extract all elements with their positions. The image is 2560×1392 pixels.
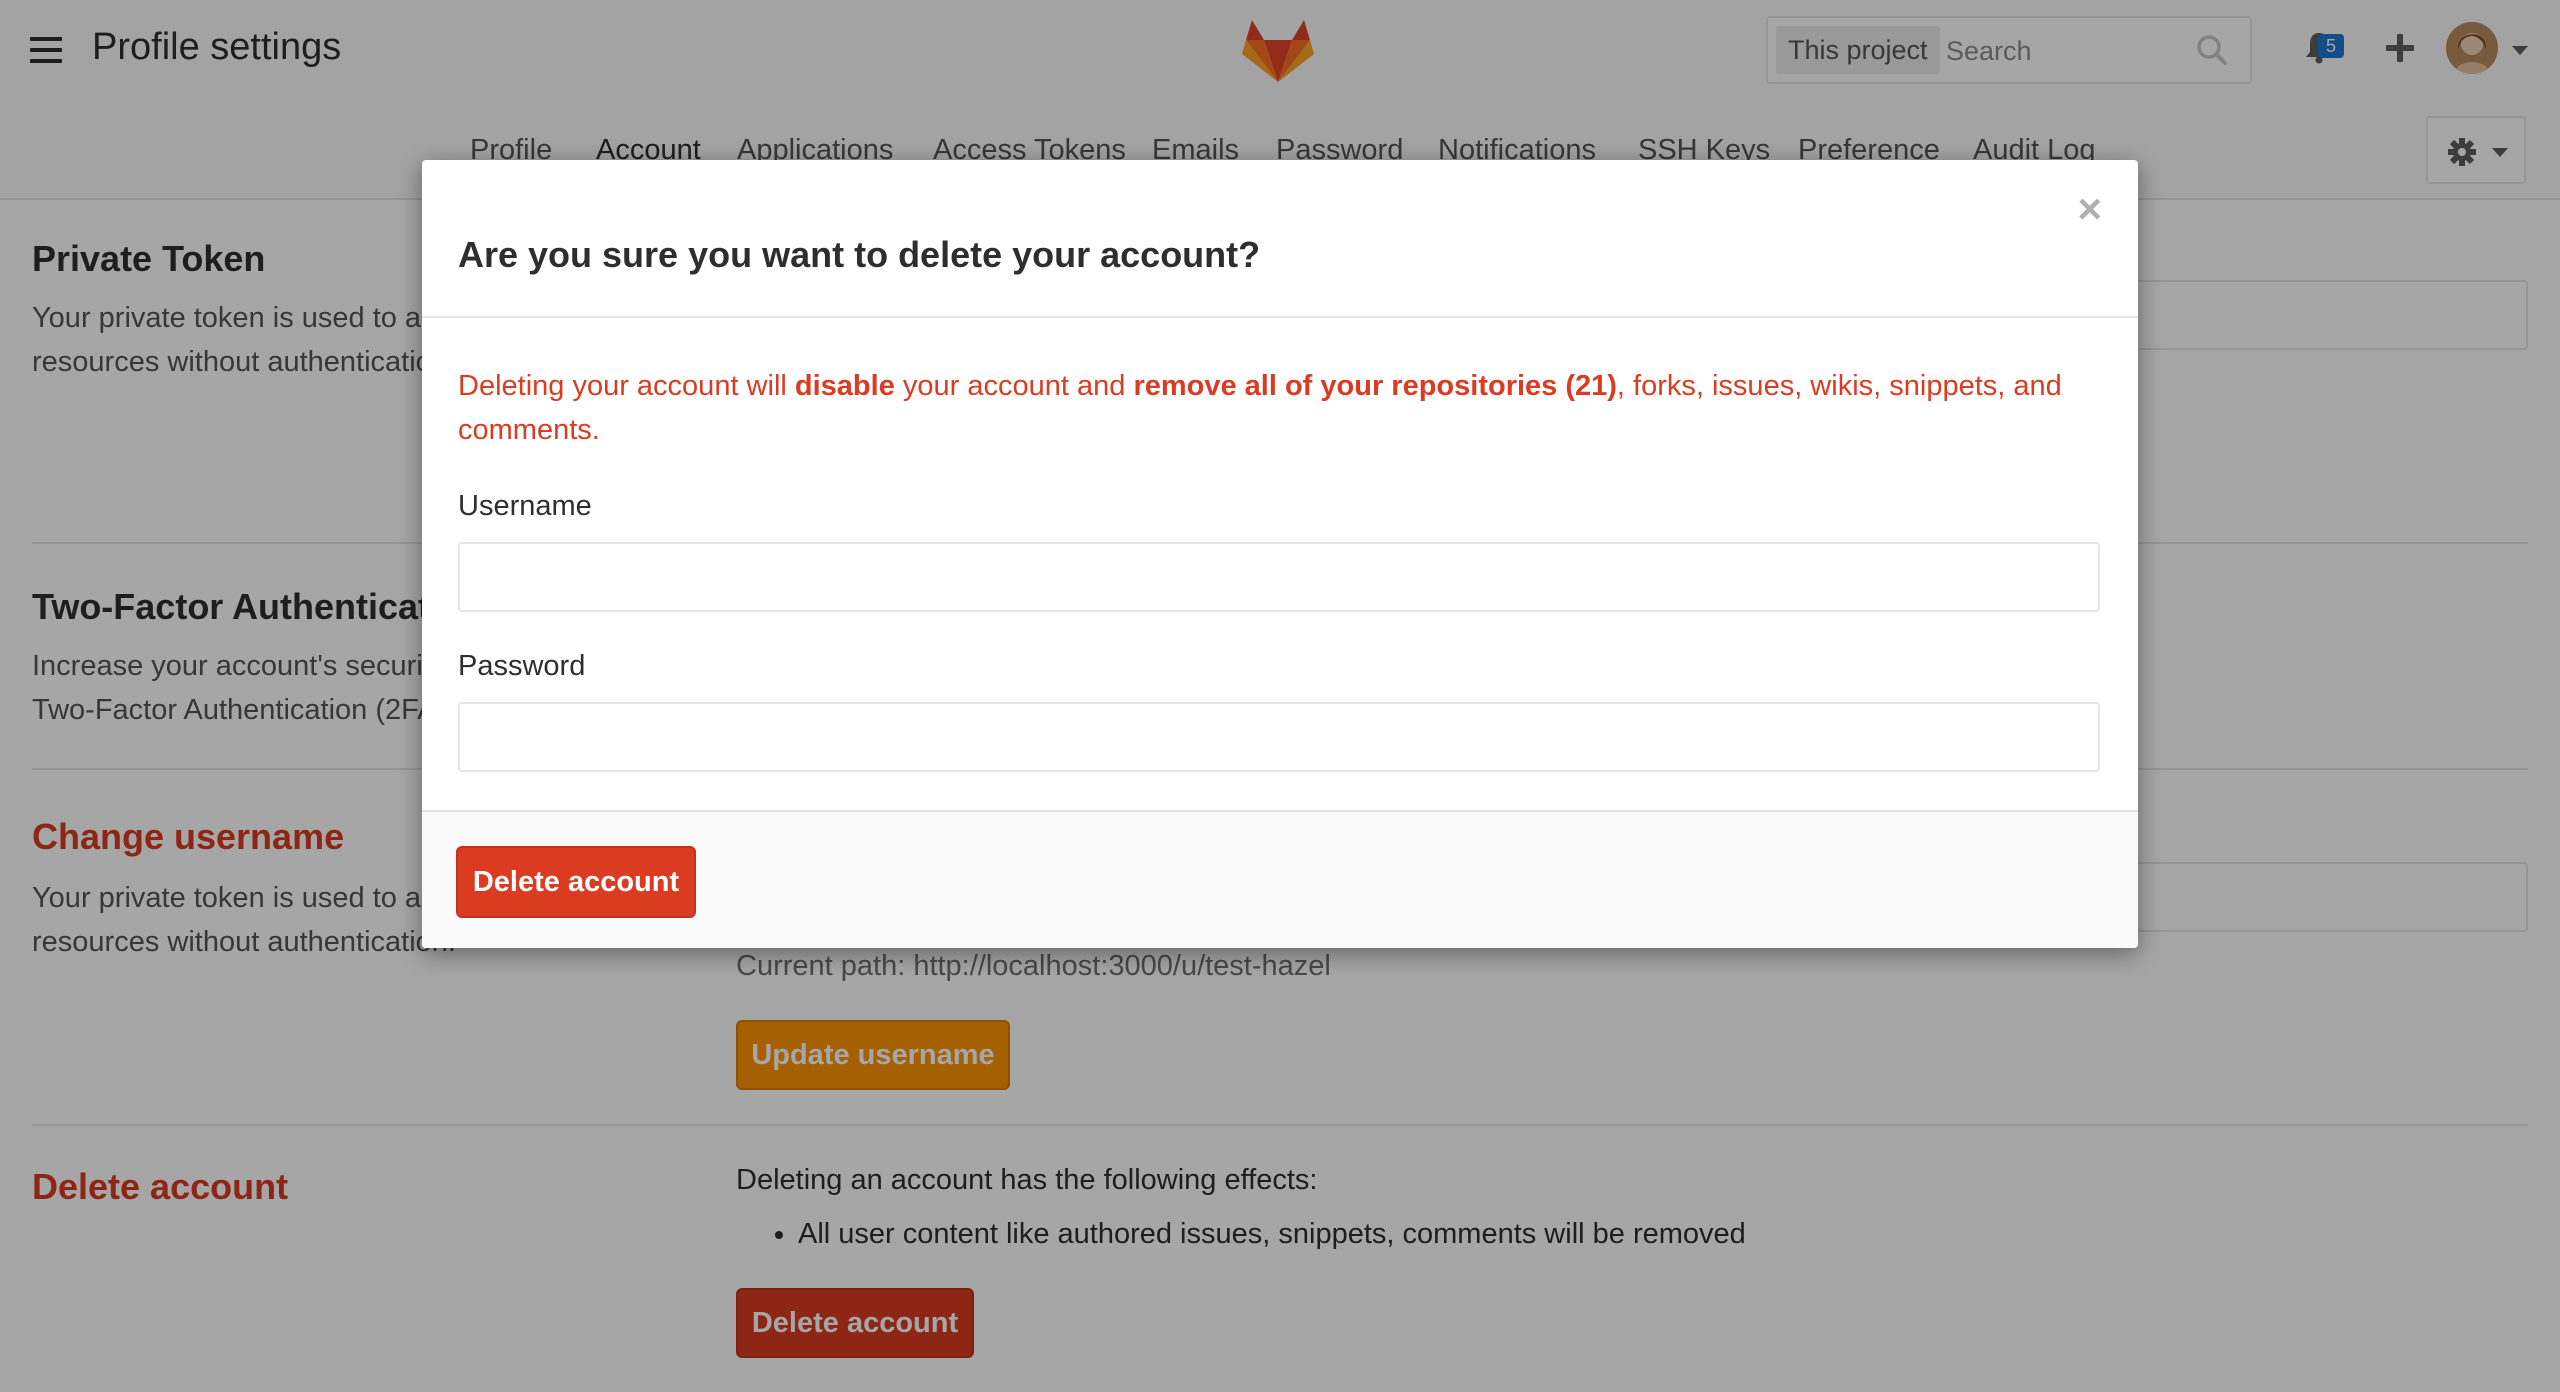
- confirm-delete-account-button[interactable]: Delete account: [456, 846, 696, 918]
- password-label: Password: [458, 650, 586, 682]
- delete-warning-text: Deleting your account will disable your …: [458, 370, 2062, 446]
- username-label: Username: [458, 490, 592, 522]
- delete-account-modal: Are you sure you want to delete your acc…: [422, 160, 2138, 948]
- modal-header: Are you sure you want to delete your acc…: [422, 160, 2138, 318]
- password-input[interactable]: [458, 702, 2100, 772]
- close-icon[interactable]: ×: [2077, 188, 2102, 230]
- username-input[interactable]: [458, 542, 2100, 612]
- modal-footer: Delete account: [422, 810, 2138, 948]
- modal-title: Are you sure you want to delete your acc…: [458, 234, 1261, 275]
